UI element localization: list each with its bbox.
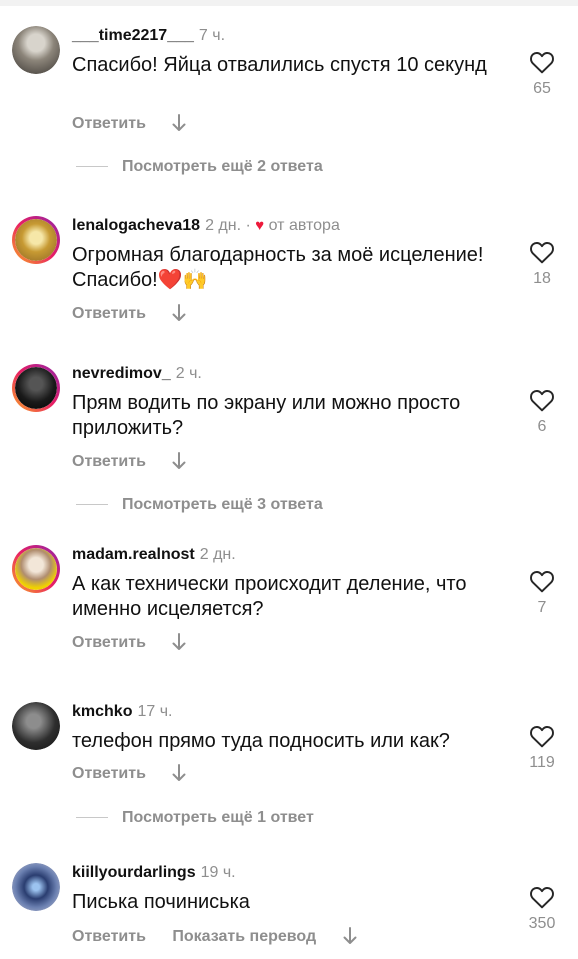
avatar[interactable] — [12, 863, 60, 911]
timestamp: 2 дн. · — [205, 217, 251, 234]
username[interactable]: lenalogacheva18 — [72, 217, 200, 234]
comment-header: kmchko 17 ч. — [72, 703, 173, 721]
heart-outline-icon[interactable] — [529, 50, 555, 74]
avatar[interactable] — [12, 364, 60, 412]
reply-button[interactable]: Ответить — [72, 115, 146, 132]
comment-text: Писька починиська — [72, 891, 250, 913]
timestamp: 2 дн. — [199, 546, 236, 563]
emoji: ❤️🙌 — [157, 269, 208, 291]
reply-button[interactable]: Ответить — [72, 928, 146, 945]
comment-text: телефон прямо туда подносить или как? — [72, 730, 450, 752]
comment-text: Спасибо! Яйца отвалились спустя 10 секун… — [72, 54, 487, 76]
timestamp: 7 ч. — [198, 27, 226, 44]
heart-outline-icon[interactable] — [529, 724, 555, 748]
replies-divider — [76, 504, 108, 506]
avatar[interactable] — [12, 26, 60, 74]
username[interactable]: kiillyourdarlings — [72, 864, 196, 881]
like-count: 18 — [533, 270, 551, 287]
like-count: 7 — [537, 599, 547, 616]
comment-actions: Ответить — [72, 633, 186, 652]
heart-outline-icon[interactable] — [529, 569, 555, 593]
like-control: 7 — [526, 569, 558, 617]
translate-button[interactable]: Показать перевод — [172, 928, 316, 945]
like-count: 350 — [528, 915, 556, 932]
comment-actions: Ответить — [72, 452, 186, 471]
replies-divider — [76, 166, 108, 168]
heart-outline-icon[interactable] — [529, 240, 555, 264]
reply-button[interactable]: Ответить — [72, 634, 146, 651]
like-control: 350 — [526, 885, 558, 933]
comment-actions: Ответить — [72, 304, 186, 323]
heart-icon: ♥ — [255, 217, 265, 234]
like-control: 119 — [526, 724, 558, 772]
view-replies-label: Посмотреть ещё 1 ответ — [122, 809, 314, 826]
like-control: 18 — [526, 240, 558, 288]
username[interactable]: kmchko — [72, 703, 132, 720]
comment-actions: Ответить Показать перевод — [72, 927, 357, 946]
like-count: 119 — [529, 754, 555, 771]
heart-outline-icon[interactable] — [529, 388, 555, 412]
avatar[interactable] — [12, 545, 60, 593]
down-arrow-icon[interactable] — [172, 304, 186, 322]
top-divider — [0, 0, 578, 6]
reply-button[interactable]: Ответить — [72, 765, 146, 782]
comment-header: lenalogacheva18 2 дн. · ♥ от автора — [72, 217, 340, 235]
view-replies-label: Посмотреть ещё 3 ответа — [122, 496, 323, 513]
like-control: 65 — [526, 50, 558, 98]
down-arrow-icon[interactable] — [172, 452, 186, 470]
comment-actions: Ответить — [72, 764, 186, 783]
like-count: 6 — [537, 418, 547, 435]
like-count: 65 — [533, 80, 551, 97]
like-control: 6 — [526, 388, 558, 436]
username[interactable]: nevredimov_ — [72, 365, 171, 382]
view-replies-button[interactable]: Посмотреть ещё 3 ответа — [76, 496, 323, 514]
timestamp: 19 ч. — [200, 864, 236, 881]
comment-header: nevredimov_ 2 ч. — [72, 365, 202, 383]
username[interactable]: ___time2217___ — [72, 27, 194, 44]
down-arrow-icon[interactable] — [172, 764, 186, 782]
heart-outline-icon[interactable] — [529, 885, 555, 909]
reply-button[interactable]: Ответить — [72, 305, 146, 322]
down-arrow-icon[interactable] — [343, 927, 357, 945]
timestamp: 17 ч. — [137, 703, 173, 720]
view-replies-label: Посмотреть ещё 2 ответа — [122, 158, 323, 175]
author-badge: от автора — [268, 217, 340, 234]
comment-header: ___time2217___ 7 ч. — [72, 27, 225, 45]
down-arrow-icon[interactable] — [172, 114, 186, 132]
comment-header: kiillyourdarlings 19 ч. — [72, 864, 236, 882]
replies-divider — [76, 817, 108, 819]
view-replies-button[interactable]: Посмотреть ещё 1 ответ — [76, 809, 314, 827]
comment-text: А как технически происходит деление, что… — [72, 573, 467, 620]
comment-text: Огромная благодарность за моё исцеление!… — [72, 244, 484, 291]
comment-text: Прям водить по экрану или можно просто п… — [72, 392, 461, 439]
comment-header: madam.realnost 2 дн. — [72, 546, 236, 564]
comment-actions: Ответить — [72, 114, 186, 133]
avatar[interactable] — [12, 702, 60, 750]
username[interactable]: madam.realnost — [72, 546, 195, 563]
view-replies-button[interactable]: Посмотреть ещё 2 ответа — [76, 158, 323, 176]
down-arrow-icon[interactable] — [172, 633, 186, 651]
reply-button[interactable]: Ответить — [72, 453, 146, 470]
comment-text-block: Огромная благодарность за моё исцеление!… — [72, 243, 492, 293]
avatar[interactable] — [12, 216, 60, 264]
timestamp: 2 ч. — [175, 365, 202, 382]
